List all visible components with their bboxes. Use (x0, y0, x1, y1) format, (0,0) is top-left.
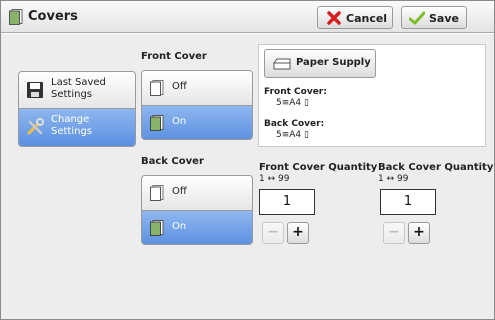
back-quantity-value[interactable]: 1 (380, 189, 436, 215)
blank-cover-icon (150, 185, 164, 201)
front-quantity-label: Front Cover Quantity (259, 162, 378, 173)
checkmark-icon (409, 11, 425, 25)
front-quantity-value[interactable]: 1 (259, 189, 315, 215)
cancel-button[interactable]: Cancel (317, 6, 393, 29)
back-quantity-increment-button[interactable]: + (408, 222, 430, 244)
covers-screen: Covers Cancel Save Last Saved Settings C… (0, 0, 495, 320)
front-quantity-range: 1 ↔ 99 (259, 174, 290, 184)
page-title: Covers (28, 9, 78, 24)
front-on-label: On (172, 116, 187, 127)
floppy-disk-icon (27, 82, 43, 98)
back-quantity-label: Back Cover Quantity (378, 162, 494, 173)
paper-tray-icon (273, 58, 291, 70)
back-quantity-decrement-button[interactable]: − (383, 222, 405, 244)
paper-supply-panel: Paper Supply Front Cover: 5≡A4 ▯ Back Co… (258, 44, 486, 147)
tools-icon (27, 118, 44, 135)
covers-icon (9, 9, 23, 25)
paper-supply-button[interactable]: Paper Supply (264, 49, 376, 78)
nav-last-saved-settings[interactable]: Last Saved Settings (19, 72, 135, 109)
back-cover-label: Back Cover (141, 156, 204, 167)
front-off-label: Off (172, 81, 187, 92)
back-cover-supply: Back Cover: 5≡A4 ▯ (264, 119, 325, 140)
back-off-label: Off (172, 186, 187, 197)
paper-supply-label: Paper Supply (296, 57, 371, 68)
settings-nav: Last Saved Settings Change Settings (18, 71, 136, 147)
front-cover-label: Front Cover (141, 51, 207, 62)
blank-cover-icon (150, 80, 164, 96)
back-quantity-range: 1 ↔ 99 (378, 174, 409, 184)
save-button[interactable]: Save (401, 6, 467, 29)
close-icon (327, 11, 341, 25)
back-on-label: On (172, 221, 187, 232)
cancel-label: Cancel (346, 12, 388, 25)
title-bar: Covers Cancel Save (1, 1, 494, 33)
cover-icon (150, 115, 164, 131)
front-cover-supply: Front Cover: 5≡A4 ▯ (264, 87, 327, 108)
front-cover-toggle: Off On (141, 70, 253, 140)
front-quantity-decrement-button[interactable]: − (262, 222, 284, 244)
back-cover-on-button[interactable]: On (142, 211, 252, 244)
back-cover-toggle: Off On (141, 175, 253, 245)
nav-change-settings[interactable]: Change Settings (19, 109, 135, 146)
nav-label-last-saved: Last Saved Settings (51, 77, 106, 100)
nav-label-change: Change Settings (51, 114, 93, 137)
front-quantity-increment-button[interactable]: + (287, 222, 309, 244)
front-cover-off-button[interactable]: Off (142, 71, 252, 106)
back-cover-off-button[interactable]: Off (142, 176, 252, 211)
front-cover-on-button[interactable]: On (142, 106, 252, 139)
save-label: Save (429, 12, 459, 25)
cover-icon (150, 220, 164, 236)
